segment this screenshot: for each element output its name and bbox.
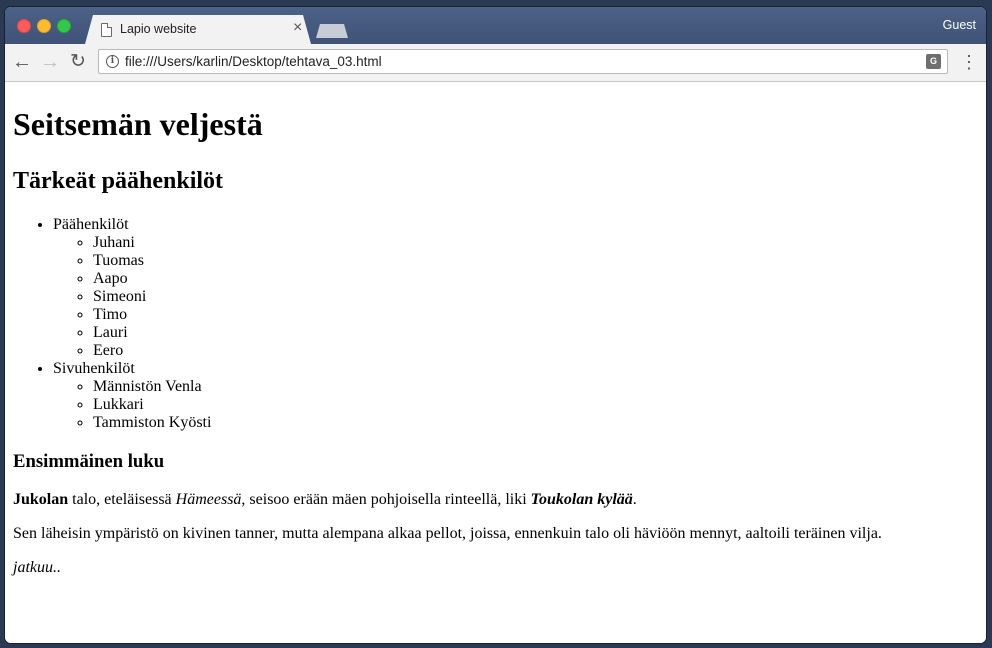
list-item: Simeoni	[93, 288, 211, 306]
list-item: Juhani	[93, 234, 211, 252]
minimize-window-button[interactable]	[37, 19, 51, 33]
list-item: Tuomas	[93, 252, 211, 270]
document-icon	[101, 23, 112, 37]
back-arrow-icon[interactable]: ←	[10, 50, 34, 74]
forward-arrow-icon[interactable]: →	[38, 50, 62, 74]
address-bar[interactable]: i file:///Users/karlin/Desktop/tehtava_0…	[98, 49, 948, 74]
title-bar: Lapio website × Guest	[5, 7, 986, 44]
maximize-window-button[interactable]	[57, 19, 71, 33]
paragraph-2: Sen läheisin ympäristö on kivinen tanner…	[13, 525, 882, 542]
character-list: Päähenkilöt Juhani Tuomas Aapo Simeoni T…	[5, 216, 211, 432]
list-item-main-characters: Päähenkilöt Juhani Tuomas Aapo Simeoni T…	[53, 216, 211, 360]
section-heading: Tärkeät päähenkilöt	[13, 168, 224, 194]
list-item: Lauri	[93, 324, 211, 342]
tab-title: Lapio website	[120, 22, 197, 36]
list-item-side-characters: Sivuhenkilöt Männistön Venla Lukkari Tam…	[53, 360, 211, 432]
info-icon[interactable]: i	[106, 55, 119, 68]
paragraph-1: Jukolan talo, eteläisessä Hämeessä, seis…	[13, 491, 637, 509]
list-item: Tammiston Kyösti	[93, 414, 211, 432]
url-text[interactable]: file:///Users/karlin/Desktop/tehtava_03.…	[125, 54, 382, 69]
browser-window: Lapio website × Guest ← → ↻ i file:///Us…	[5, 7, 986, 643]
translate-icon[interactable]: G	[926, 54, 941, 69]
group-label: Sivuhenkilöt	[53, 360, 135, 377]
list-item: Timo	[93, 306, 211, 324]
close-window-button[interactable]	[17, 19, 31, 33]
profile-guest-label[interactable]: Guest	[943, 18, 976, 32]
bold-italic-text: Toukolan kylää	[530, 491, 633, 508]
group-label: Päähenkilöt	[53, 216, 129, 233]
paragraph-text: talo, eteläisessä	[68, 491, 176, 508]
list-item: Lukkari	[93, 396, 211, 414]
browser-tab[interactable]: Lapio website ×	[85, 15, 311, 44]
list-item: Eero	[93, 342, 211, 360]
italic-text: Hämeessä	[175, 491, 242, 508]
paragraph-text: .	[632, 491, 637, 508]
browser-toolbar: ← → ↻ i file:///Users/karlin/Desktop/teh…	[5, 44, 986, 82]
kebab-menu-icon[interactable]: ⋮	[960, 51, 978, 73]
chapter-heading: Ensimmäinen luku	[13, 451, 165, 472]
paragraph-3: jatkuu..	[13, 559, 61, 576]
new-tab-button[interactable]	[316, 24, 348, 38]
list-item: Aapo	[93, 270, 211, 288]
paragraph-text: , seisoo erään mäen pohjoisella rinteell…	[241, 491, 531, 508]
page-heading: Seitsemän veljestä	[13, 106, 263, 142]
bold-text: Jukolan	[13, 491, 69, 508]
reload-icon[interactable]: ↻	[66, 50, 90, 74]
list-item: Männistön Venla	[93, 378, 211, 396]
page-content: Seitsemän veljestä Tärkeät päähenkilöt P…	[5, 82, 986, 643]
tab-close-icon[interactable]: ×	[293, 18, 302, 38]
